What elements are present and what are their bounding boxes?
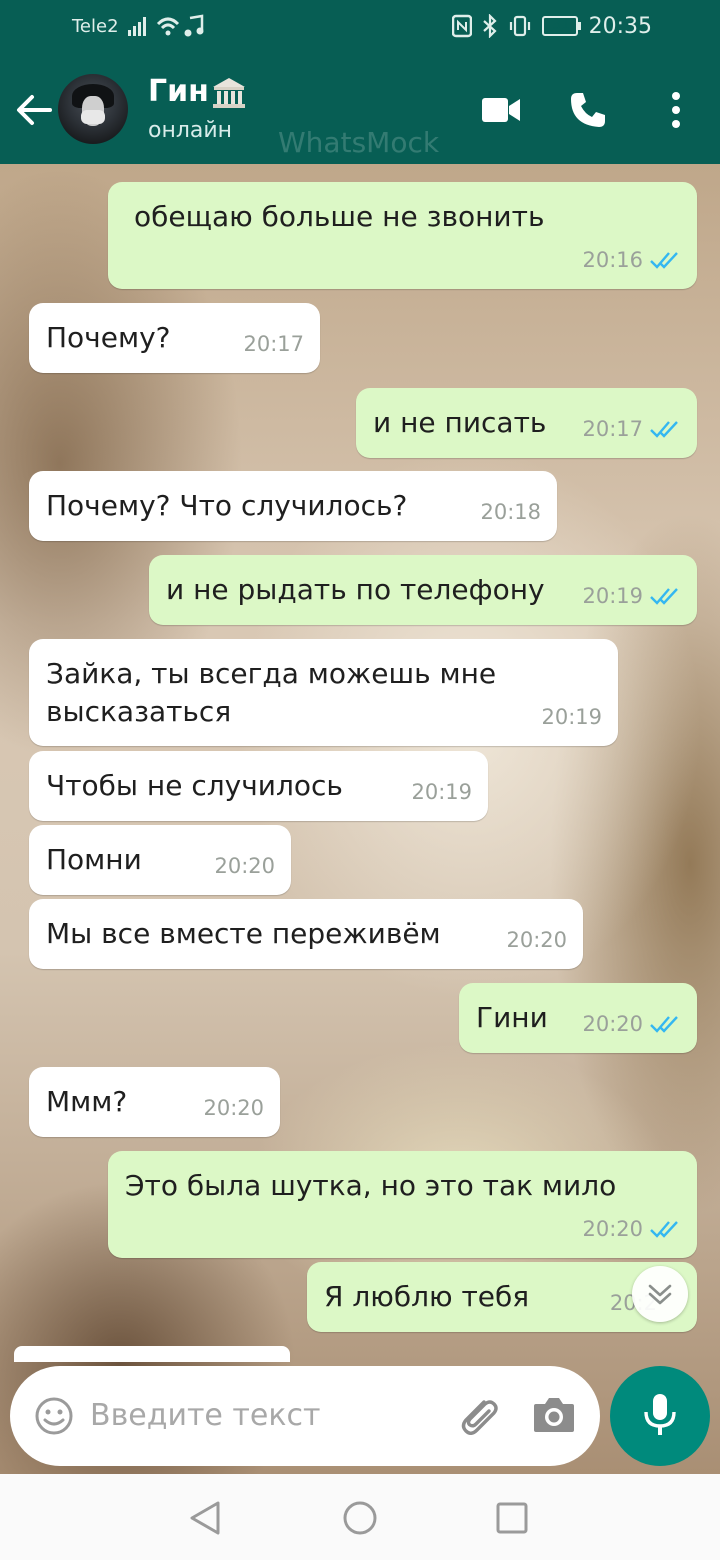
chat-header: Гин онлайн WhatsMock — [0, 54, 720, 164]
message-bubble-incoming[interactable]: Почему? Что случилось? 20:18 — [29, 471, 557, 541]
nav-back-icon[interactable] — [188, 1500, 222, 1536]
message-text: Почему? — [46, 321, 171, 354]
message-composer[interactable]: Введите текст — [10, 1366, 600, 1466]
message-text: Гини — [476, 1001, 548, 1034]
message-bubble-incoming[interactable]: Мы все вместе переживём 20:20 — [29, 899, 583, 969]
message-text: Мы все вместе переживём — [46, 917, 441, 950]
nav-home-icon[interactable] — [342, 1500, 378, 1536]
emoji-icon[interactable] — [34, 1396, 74, 1436]
message-time: 20:20 — [506, 928, 567, 952]
message-text: Помни — [46, 843, 142, 876]
message-input[interactable]: Введите текст — [90, 1398, 320, 1433]
more-vert-icon[interactable] — [670, 92, 682, 128]
message-text: Зайка, ты всегда можешь мне высказаться — [46, 657, 497, 728]
message-bubble-incoming[interactable]: Помни 20:20 — [29, 825, 291, 895]
message-time: 20:18 — [480, 500, 541, 524]
contact-name[interactable]: Гин — [148, 74, 247, 110]
battery-level: 31 — [552, 17, 570, 33]
scroll-to-bottom-button[interactable] — [632, 1266, 688, 1322]
message-bubble-outgoing[interactable]: обещаю больше не звонить 20:16 — [108, 182, 697, 289]
signal-icon — [128, 14, 204, 37]
partial-message-bubble — [14, 1346, 290, 1362]
phone-icon[interactable] — [568, 90, 608, 130]
message-text: Чтобы не случилось — [46, 769, 343, 802]
camera-icon[interactable] — [532, 1396, 576, 1434]
message-bubble-incoming[interactable]: Зайка, ты всегда можешь мне высказаться … — [29, 639, 618, 746]
message-text: обещаю больше не звонить — [134, 200, 545, 233]
message-bubble-incoming[interactable]: Почему? 20:17 — [29, 303, 320, 373]
message-text: Это была шутка, но это так мило — [125, 1169, 617, 1202]
system-nav-bar — [0, 1474, 720, 1560]
avatar[interactable] — [58, 74, 128, 144]
message-time: 20:19 — [541, 705, 602, 729]
watermark: WhatsMock — [278, 126, 440, 159]
double-check-icon — [650, 588, 678, 605]
message-text: Я люблю тебя — [324, 1280, 530, 1313]
nav-recent-apps-icon[interactable] — [496, 1502, 528, 1534]
message-text: и не писать — [373, 406, 547, 439]
status-bar: Tele2 31 20:35 — [0, 0, 720, 54]
message-time: 20:17 — [582, 417, 643, 441]
arrow-left-icon[interactable] — [14, 90, 54, 130]
message-bubble-outgoing[interactable]: Гини 20:20 — [459, 983, 697, 1053]
voice-message-button[interactable] — [610, 1366, 710, 1466]
chevron-double-down-icon — [648, 1284, 672, 1305]
clock: 20:35 — [588, 14, 652, 39]
double-check-icon — [650, 1221, 678, 1238]
message-time: 20:20 — [203, 1096, 264, 1120]
message-time: 20:19 — [582, 584, 643, 608]
microphone-icon — [644, 1394, 676, 1435]
bluetooth-icon — [483, 14, 497, 38]
message-time: 20:20 — [582, 1217, 643, 1241]
vibrate-icon — [509, 15, 531, 37]
chat-area[interactable]: обещаю больше не звонить 20:16 Почему? 2… — [0, 164, 720, 1474]
message-text: Почему? Что случилось? — [46, 489, 408, 522]
contact-status: онлайн — [148, 118, 233, 143]
message-bubble-outgoing[interactable]: и не рыдать по телефону 20:19 — [149, 555, 697, 625]
paperclip-icon[interactable] — [454, 1392, 502, 1440]
message-bubble-outgoing[interactable]: и не писать 20:17 — [356, 388, 697, 458]
message-bubble-incoming[interactable]: Чтобы не случилось 20:19 — [29, 751, 488, 821]
message-time: 20:19 — [411, 780, 472, 804]
carrier-label: Tele2 — [72, 16, 119, 37]
message-text: Ммм? — [46, 1085, 128, 1118]
nfc-icon — [452, 14, 472, 38]
double-check-icon — [650, 1016, 678, 1033]
message-time: 20:20 — [214, 854, 275, 878]
message-bubble-outgoing[interactable]: Это была шутка, но это так мило 20:20 — [108, 1151, 697, 1258]
message-time: 20:20 — [582, 1012, 643, 1036]
message-bubble-incoming[interactable]: Ммм? 20:20 — [29, 1067, 280, 1137]
classical-building-icon — [212, 77, 245, 108]
message-time: 20:16 — [582, 248, 643, 272]
double-check-icon — [650, 252, 678, 269]
message-text: и не рыдать по телефону — [166, 573, 545, 606]
message-time: 20:17 — [243, 332, 304, 356]
double-check-icon — [650, 421, 678, 438]
video-call-icon[interactable] — [482, 98, 520, 122]
